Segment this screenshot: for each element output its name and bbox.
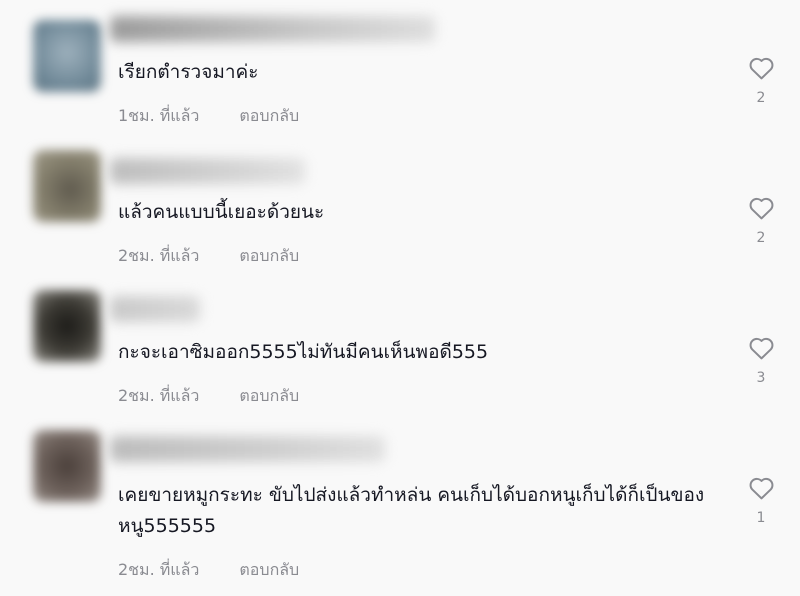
username-blurred[interactable] xyxy=(110,296,200,322)
comment-time: 2ชม. ที่แล้ว xyxy=(118,386,200,405)
avatar[interactable] xyxy=(33,430,101,502)
heart-icon[interactable] xyxy=(748,196,775,220)
like-control: 2 xyxy=(742,196,780,246)
comment-text: แล้วคนแบบนี้เยอะด้วยนะ xyxy=(118,201,325,223)
like-count: 3 xyxy=(756,370,766,386)
comment-time: 2ชม. ที่แล้ว xyxy=(118,560,200,579)
comment-meta: 2ชม. ที่แล้ว ตอบกลับ xyxy=(118,384,299,409)
like-control: 3 xyxy=(742,336,780,386)
avatar[interactable] xyxy=(33,150,101,222)
heart-icon[interactable] xyxy=(748,336,775,360)
username-blurred[interactable] xyxy=(110,158,305,184)
reply-button[interactable]: ตอบกลับ xyxy=(239,386,299,405)
reply-button[interactable]: ตอบกลับ xyxy=(239,560,299,579)
like-count: 2 xyxy=(756,90,766,106)
comment-text: เคยขายหมูกระทะ ขับไปส่งแล้วทำหล่น คนเก็บ… xyxy=(118,484,705,537)
comment-time: 2ชม. ที่แล้ว xyxy=(118,246,200,265)
heart-icon[interactable] xyxy=(748,56,775,80)
like-count: 2 xyxy=(756,230,766,246)
reply-button[interactable]: ตอบกลับ xyxy=(239,106,299,125)
like-control: 2 xyxy=(742,56,780,106)
comment-text: เรียกตำรวจมาค่ะ xyxy=(118,61,259,83)
avatar[interactable] xyxy=(33,20,101,92)
comment-text: กะจะเอาซิมออก5555ไม่ทันมีคนเห็นพอดี555 xyxy=(118,341,489,363)
like-count: 1 xyxy=(756,510,766,526)
username-blurred[interactable] xyxy=(110,16,435,42)
comment-meta: 2ชม. ที่แล้ว ตอบกลับ xyxy=(118,244,299,269)
comment-meta: 1ชม. ที่แล้ว ตอบกลับ xyxy=(118,104,299,129)
comment-time: 1ชม. ที่แล้ว xyxy=(118,106,200,125)
like-control: 1 xyxy=(742,476,780,526)
username-blurred[interactable] xyxy=(110,436,385,462)
reply-button[interactable]: ตอบกลับ xyxy=(239,246,299,265)
avatar[interactable] xyxy=(33,290,101,362)
heart-icon[interactable] xyxy=(748,476,775,500)
comment-meta: 2ชม. ที่แล้ว ตอบกลับ xyxy=(118,558,299,583)
